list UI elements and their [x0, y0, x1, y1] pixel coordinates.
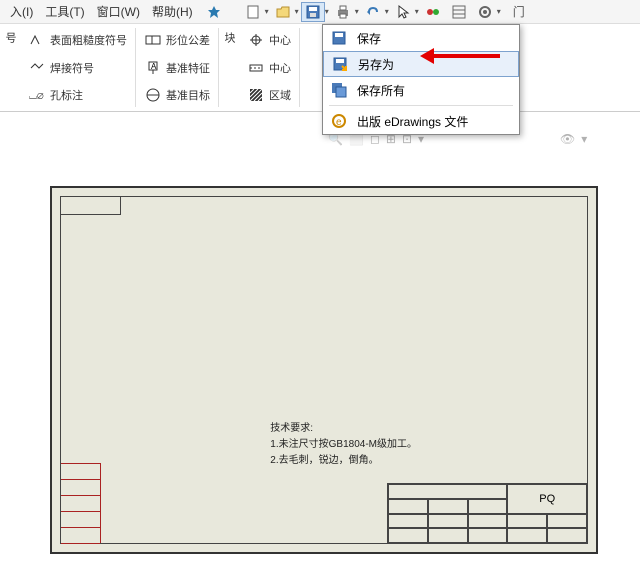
dropdown-arrow-icon[interactable]: ▾	[385, 7, 389, 16]
dropdown-arrow-icon[interactable]: ▾	[295, 7, 299, 16]
view-icon[interactable]: ▾	[581, 132, 587, 146]
ribbon-group-datum: 形位公差 A 基准特征 基准目标	[136, 28, 219, 107]
open-button[interactable]	[271, 2, 295, 22]
dropdown-arrow-icon[interactable]: ▾	[415, 7, 419, 16]
menu-item-label: 保存	[357, 30, 381, 47]
menu-window[interactable]: 窗口(W)	[91, 3, 146, 20]
gtol-button[interactable]: 形位公差	[144, 28, 210, 52]
area-hatch-button[interactable]: 区域	[247, 83, 291, 107]
ribbon-block-label: 块	[219, 28, 239, 107]
rebuild-button[interactable]	[421, 2, 445, 22]
datum-target-icon	[144, 86, 162, 104]
save-all-icon	[329, 80, 349, 100]
weld-icon	[28, 59, 46, 77]
menu-insert[interactable]: 入(I)	[4, 3, 39, 20]
surface-finish-icon	[28, 31, 46, 49]
publish-edrawings-menu-item[interactable]: e 出版 eDrawings 文件	[323, 108, 519, 134]
ribbon-group-center: 中心 中心 区域	[239, 28, 300, 107]
weld-symbol-button[interactable]: 焊接符号	[28, 56, 127, 80]
drawing-sheet: 技术要求: 1.未注尺寸按GB1804-M级加工。 2.去毛刺，锐边，倒角。 P…	[50, 186, 598, 554]
svg-text:A: A	[151, 62, 157, 71]
svg-text:e: e	[336, 117, 342, 128]
menu-item-label: 另存为	[358, 56, 394, 73]
notes-title: 技术要求:	[270, 421, 417, 437]
ribbon-left-label: 号	[0, 28, 20, 107]
datum-feature-icon: A	[144, 59, 162, 77]
menu-help[interactable]: 帮助(H)	[146, 3, 199, 20]
ribbon-group-annotation: 表面粗糙度符号 焊接符号 ⌴∅ 孔标注	[20, 28, 136, 107]
surface-finish-button[interactable]: 表面粗糙度符号	[28, 28, 127, 52]
settings-button[interactable]	[473, 2, 497, 22]
cursor-button[interactable]	[391, 2, 415, 22]
save-all-menu-item[interactable]: 保存所有	[323, 77, 519, 103]
menu-separator	[329, 105, 513, 106]
menu-bar: 入(I) 工具(T) 窗口(W) 帮助(H) ▾ ▾ ▾ ▾ ▾ ▾ ▾ 门	[0, 0, 640, 24]
annotation-arrow	[430, 54, 500, 58]
centermark-button[interactable]: 中心	[247, 28, 291, 52]
revision-block	[61, 463, 101, 543]
new-button[interactable]	[241, 2, 265, 22]
title-block-label: PQ	[507, 484, 587, 514]
hatch-icon	[247, 86, 265, 104]
print-button[interactable]	[331, 2, 355, 22]
hole-callout-button[interactable]: ⌴∅ 孔标注	[28, 83, 127, 107]
menu-tools[interactable]: 工具(T)	[39, 3, 90, 20]
svg-text:⌴∅: ⌴∅	[29, 91, 44, 102]
title-block: PQ	[387, 483, 587, 543]
save-dropdown-menu: 保存 另存为 保存所有 e 出版 eDrawings 文件	[322, 24, 520, 135]
menu-item-label: 出版 eDrawings 文件	[357, 113, 468, 130]
corner-box	[61, 197, 121, 215]
view-icon[interactable]: 👁	[560, 132, 575, 146]
menu-truncated[interactable]: 门	[513, 3, 525, 20]
centerline-button[interactable]: 中心	[247, 56, 291, 80]
dropdown-arrow-icon[interactable]: ▾	[355, 7, 359, 16]
save-icon	[329, 28, 349, 48]
drawing-canvas[interactable]: 技术要求: 1.未注尺寸按GB1804-M级加工。 2.去毛刺，锐边，倒角。 P…	[0, 160, 640, 570]
datum-target-button[interactable]: 基准目标	[144, 83, 210, 107]
dropdown-arrow-icon[interactable]: ▾	[325, 7, 329, 16]
options-button[interactable]	[447, 2, 471, 22]
sheet-border: 技术要求: 1.未注尺寸按GB1804-M级加工。 2.去毛刺，锐边，倒角。 P…	[60, 196, 588, 544]
technical-notes: 技术要求: 1.未注尺寸按GB1804-M级加工。 2.去毛刺，锐边，倒角。	[270, 421, 417, 469]
dropdown-arrow-icon[interactable]: ▾	[265, 7, 269, 16]
edrawings-icon: e	[329, 111, 349, 131]
ribbon: 号 表面粗糙度符号 焊接符号 ⌴∅ 孔标注 形位公差 A 基准特征 基准目标 块	[0, 24, 640, 112]
quick-toolbar: ▾ ▾ ▾ ▾ ▾ ▾ ▾ 门	[241, 2, 525, 22]
centerline-icon	[247, 59, 265, 77]
save-as-icon	[330, 54, 350, 74]
notes-line: 1.未注尺寸按GB1804-M级加工。	[270, 437, 417, 453]
pin-icon[interactable]	[207, 5, 221, 19]
undo-button[interactable]	[361, 2, 385, 22]
menu-item-label: 保存所有	[357, 82, 405, 99]
centermark-icon	[247, 31, 265, 49]
datum-feature-button[interactable]: A 基准特征	[144, 56, 210, 80]
gtol-icon	[144, 31, 162, 49]
hole-icon: ⌴∅	[28, 86, 46, 104]
save-button[interactable]	[301, 2, 325, 22]
dropdown-arrow-icon[interactable]: ▾	[497, 7, 501, 16]
notes-line: 2.去毛刺，锐边，倒角。	[270, 453, 417, 469]
